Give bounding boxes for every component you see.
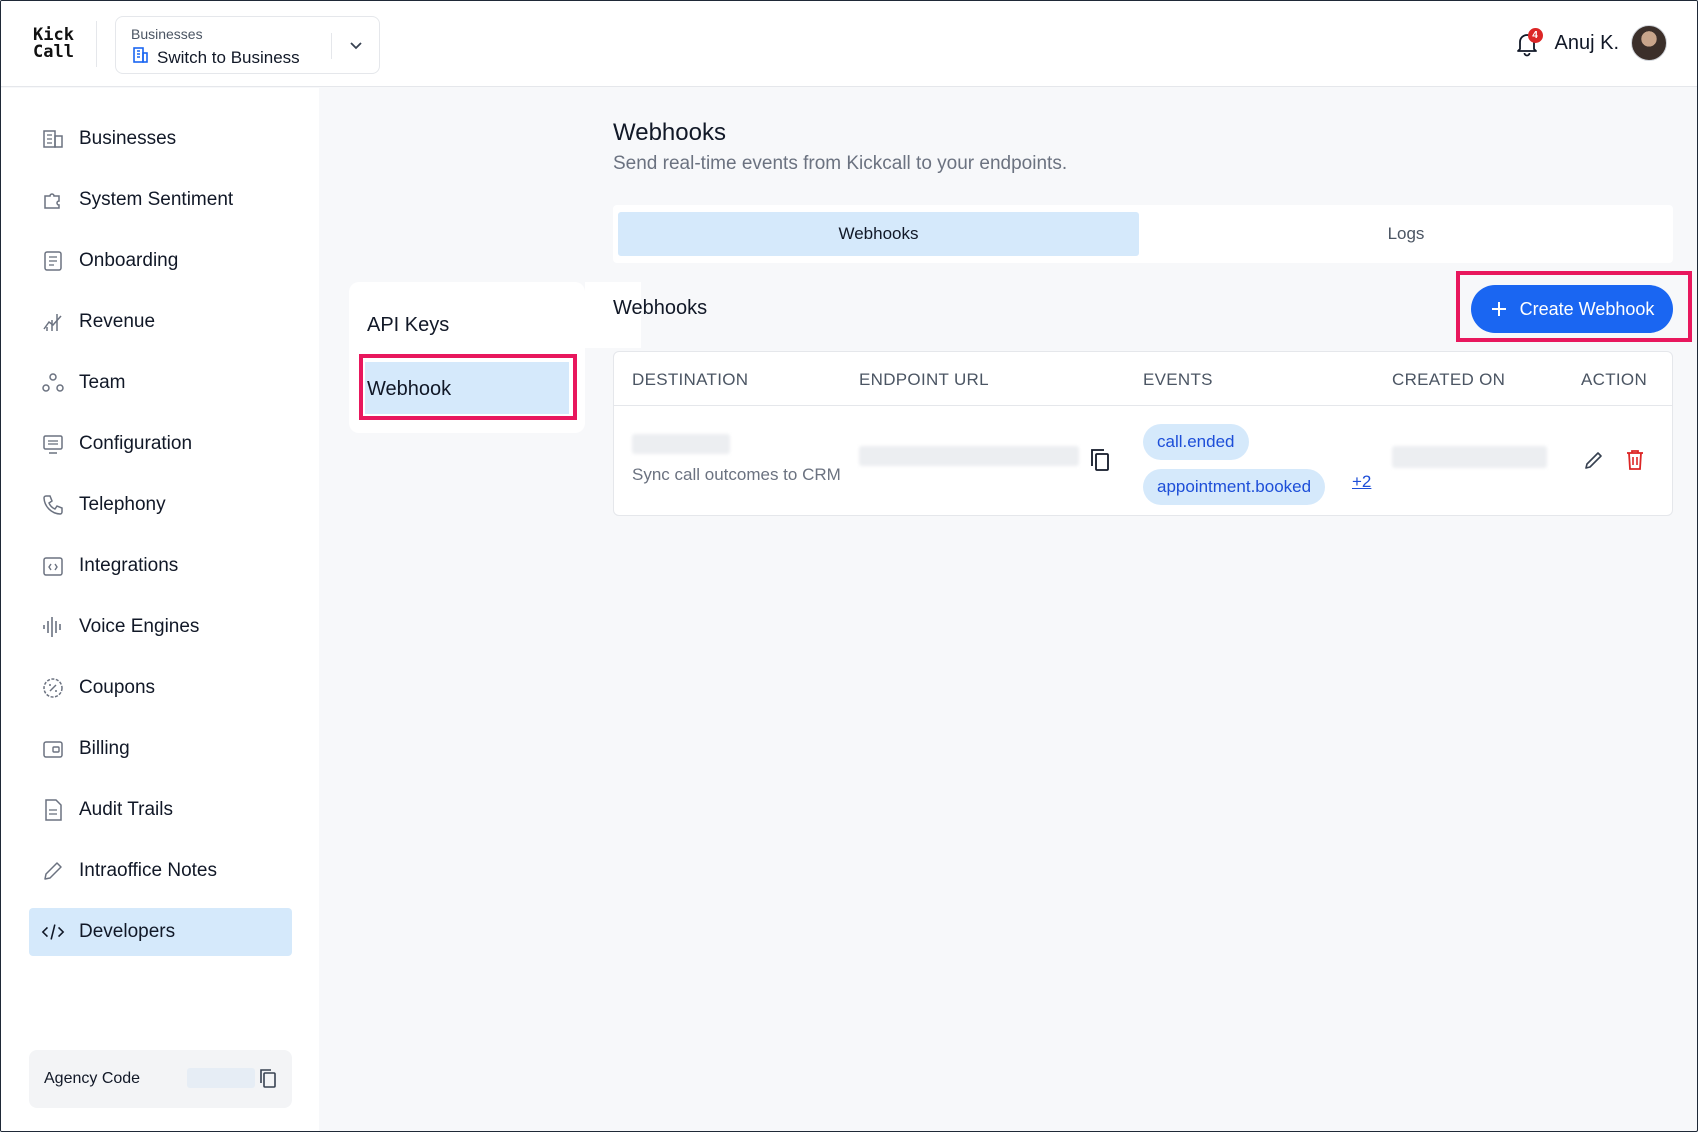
more-events-link[interactable]: +2 — [1352, 472, 1371, 492]
app-logo[interactable]: Kick Call — [33, 27, 74, 61]
create-webhook-button[interactable]: Create Webhook — [1471, 285, 1673, 333]
waveform-icon — [41, 615, 65, 639]
header-divider — [96, 21, 97, 67]
sidebar-item-integrations[interactable]: Integrations — [29, 542, 292, 590]
sidebar-item-label: Intraoffice Notes — [79, 860, 218, 881]
sidebar-item-team[interactable]: Team — [29, 359, 292, 407]
logo-line-2: Call — [33, 42, 74, 62]
sidebar-item-configuration[interactable]: Configuration — [29, 420, 292, 468]
file-icon — [41, 798, 65, 822]
top-header: Kick Call Businesses Switch to Business … — [1, 1, 1697, 87]
sidebar-item-label: Telephony — [79, 494, 166, 515]
sidebar-item-billing[interactable]: Billing — [29, 725, 292, 773]
event-pill: call.ended — [1143, 424, 1249, 460]
sidebar-item-coupons[interactable]: Coupons — [29, 664, 292, 712]
sidebar-item-label: Integrations — [79, 555, 179, 576]
monitor-icon — [41, 432, 65, 456]
copy-icon[interactable] — [257, 1066, 279, 1095]
code-box-icon — [41, 554, 65, 578]
sidebar-item-businesses[interactable]: Businesses — [29, 115, 292, 163]
create-webhook-label: Create Webhook — [1519, 298, 1655, 319]
business-caption: Businesses — [131, 26, 203, 42]
page-subtitle: Send real-time events from Kickcall to y… — [613, 153, 1068, 174]
table-header: DESTINATION ENDPOINT URL EVENTS CREATED … — [614, 352, 1672, 406]
highlight-box-webhook — [359, 354, 577, 420]
copy-icon[interactable] — [1086, 446, 1114, 474]
business-switch-label: Switch to Business — [157, 47, 300, 67]
sidebar-item-developers[interactable]: Developers — [29, 908, 292, 956]
agency-code-box: Agency Code — [29, 1050, 292, 1108]
sidebar-item-label: Billing — [79, 738, 130, 759]
endpoint-url-redacted — [859, 446, 1079, 466]
sidebar-item-label: Revenue — [79, 311, 156, 332]
edit-pencil-icon[interactable] — [1580, 446, 1608, 474]
sidebar-item-label: Businesses — [79, 128, 177, 149]
user-area: 4 Anuj K. — [1511, 25, 1667, 61]
code-icon — [41, 920, 65, 944]
sidebar-item-revenue[interactable]: Revenue — [29, 298, 292, 346]
business-switcher[interactable]: Businesses Switch to Business — [115, 16, 380, 74]
chevron-down-icon[interactable] — [346, 35, 366, 60]
section-title: Webhooks — [613, 297, 708, 319]
document-icon — [41, 249, 65, 273]
team-icon — [41, 371, 65, 395]
column-header-destination: DESTINATION — [632, 370, 749, 389]
sidebar-item-label: Coupons — [79, 677, 156, 698]
webhooks-table: DESTINATION ENDPOINT URL EVENTS CREATED … — [613, 351, 1673, 516]
sidebar: Businesses System Sentiment Onboarding R… — [1, 88, 319, 1131]
sidebar-item-label: System Sentiment — [79, 189, 234, 210]
agency-code-label: Agency Code — [44, 1070, 141, 1087]
sidebar-item-onboarding[interactable]: Onboarding — [29, 237, 292, 285]
notification-badge: 4 — [1527, 28, 1543, 43]
column-header-created-on: CREATED ON — [1392, 370, 1506, 389]
sidebar-item-label: Configuration — [79, 433, 193, 454]
sidebar-item-label: Audit Trails — [79, 799, 173, 820]
puzzle-icon — [41, 188, 65, 212]
building-icon — [41, 127, 65, 151]
tab-logs[interactable]: Logs — [1139, 212, 1673, 256]
wallet-icon — [41, 737, 65, 761]
trash-icon[interactable] — [1621, 446, 1649, 474]
event-pill: appointment.booked — [1143, 469, 1326, 505]
destination-name-redacted — [632, 434, 730, 454]
chart-icon — [41, 310, 65, 334]
tab-webhooks[interactable]: Webhooks — [618, 212, 1139, 256]
column-header-events: EVENTS — [1143, 370, 1213, 389]
building-icon — [131, 46, 149, 69]
sidebar-item-system-sentiment[interactable]: System Sentiment — [29, 176, 292, 224]
business-row: Switch to Business — [131, 46, 300, 69]
sidebar-item-intraoffice-notes[interactable]: Intraoffice Notes — [29, 847, 292, 895]
submenu-item-api-keys[interactable]: API Keys — [367, 314, 449, 337]
created-on-redacted — [1392, 446, 1547, 468]
app-window: Kick Call Businesses Switch to Business … — [0, 0, 1698, 1132]
sidebar-item-telephony[interactable]: Telephony — [29, 481, 292, 529]
business-switch-divider — [331, 33, 332, 59]
destination-description: Sync call outcomes to CRM — [632, 465, 841, 484]
pencil-icon — [41, 859, 65, 883]
avatar[interactable] — [1631, 25, 1667, 61]
sidebar-item-label: Developers — [79, 921, 176, 942]
plus-icon — [1491, 302, 1506, 316]
user-name[interactable]: Anuj K. — [1555, 32, 1619, 55]
agency-code-value-redacted — [187, 1068, 255, 1088]
page-title: Webhooks — [613, 119, 726, 146]
sidebar-item-label: Voice Engines — [79, 616, 200, 637]
sidebar-item-label: Team — [79, 372, 126, 393]
notification-bell[interactable]: 4 — [1511, 27, 1543, 59]
tab-bar: Webhooks Logs — [613, 205, 1673, 263]
column-header-endpoint-url: ENDPOINT URL — [859, 370, 989, 389]
sidebar-item-audit-trails[interactable]: Audit Trails — [29, 786, 292, 834]
phone-icon — [41, 493, 65, 517]
sidebar-item-voice-engines[interactable]: Voice Engines — [29, 603, 292, 651]
discount-icon — [41, 676, 65, 700]
sidebar-item-label: Onboarding — [79, 250, 179, 271]
column-header-action: ACTION — [1581, 370, 1648, 389]
